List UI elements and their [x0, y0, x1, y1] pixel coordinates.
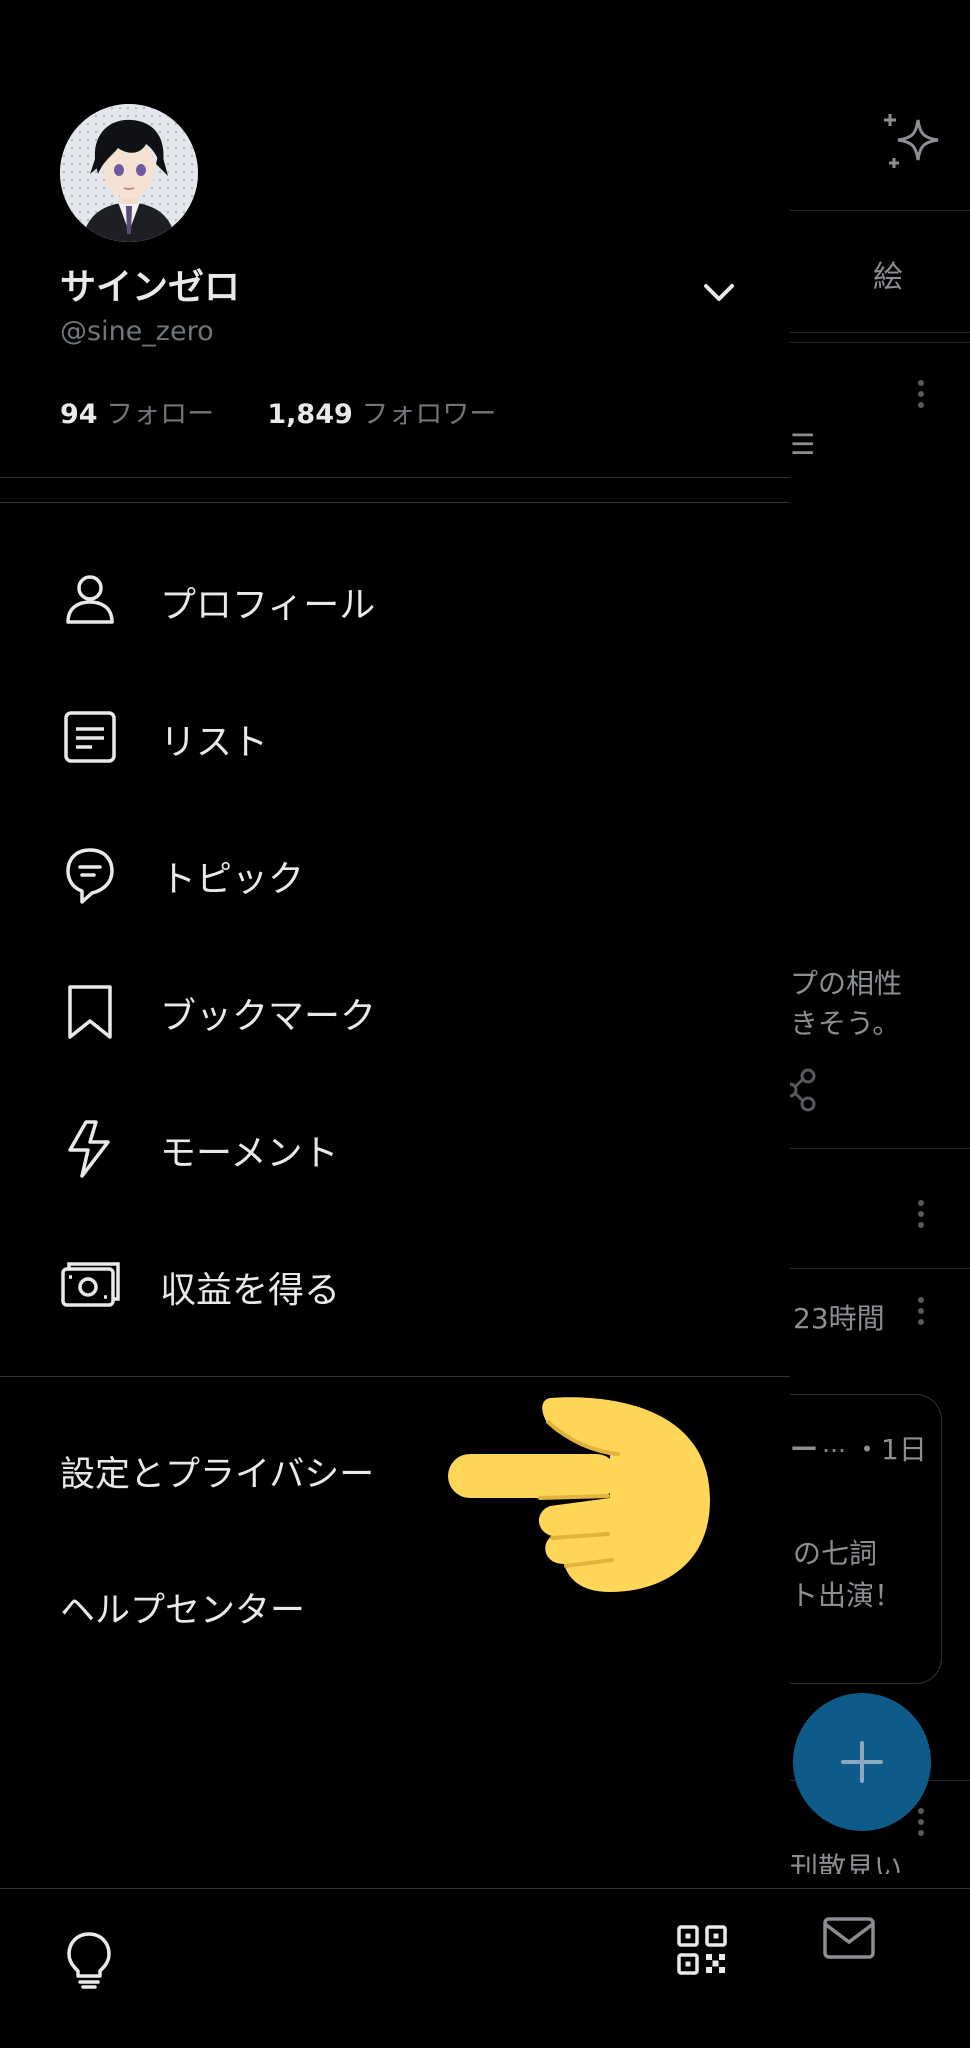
pointing-hand-icon	[448, 1397, 710, 1592]
tab-label[interactable]: 絵	[873, 252, 903, 296]
lightning-icon	[68, 1120, 110, 1178]
chevron-down-icon[interactable]	[700, 280, 738, 306]
menu-item-bookmarks[interactable]: ブックマーク	[0, 947, 790, 1065]
tweet-snippet: きそう。	[790, 1007, 901, 1040]
profile-handle: @sine_zero	[60, 316, 214, 347]
bookmark-icon	[68, 985, 112, 1039]
profile-name[interactable]: サインゼロ	[60, 258, 240, 310]
divider	[0, 477, 790, 478]
following-link[interactable]: 94 フォロー	[60, 399, 214, 430]
menu-item-label: 収益を得る	[160, 1270, 341, 1311]
followers-link[interactable]: 1,849 フォロワー	[267, 399, 496, 430]
menu-item-lists[interactable]: リスト	[0, 673, 790, 791]
list-icon	[64, 711, 116, 763]
tweet-snippet: プの相性	[790, 967, 903, 1000]
menu-item-monetization[interactable]: 収益を得る	[0, 1221, 790, 1339]
tweet-time: 23時間	[793, 1302, 885, 1335]
menu-item-label: モーメント	[160, 1133, 339, 1174]
tweet-snippet: ト出演！	[790, 1579, 903, 1612]
compose-tweet-button[interactable]	[793, 1693, 931, 1831]
sparkle-icon[interactable]	[880, 112, 942, 174]
person-icon	[66, 575, 114, 624]
topic-icon	[66, 848, 114, 904]
money-icon	[61, 1262, 120, 1307]
avatar[interactable]	[60, 104, 198, 242]
follow-stats: 94 フォロー 1,849 フォロワー	[60, 392, 496, 431]
menu-item-moments[interactable]: モーメント	[0, 1084, 790, 1202]
plus-icon	[841, 1741, 883, 1783]
menu-item-label: プロフィール	[160, 585, 376, 626]
menu-item-label: リスト	[160, 722, 269, 763]
help-center-link[interactable]: ヘルプセンター	[60, 1582, 305, 1633]
menu-item-topics[interactable]: トピック	[0, 810, 790, 928]
tweet-snippet: 刊散見い	[790, 1851, 903, 1874]
menu-item-profile[interactable]: プロフィール	[0, 536, 790, 654]
tweet-time: ・1日	[853, 1433, 927, 1466]
navigation-drawer: サインゼロ @sine_zero 94 フォロー 1,849 フォロワー プロフ…	[0, 0, 790, 2048]
tweet-snippet: の七詞	[793, 1537, 878, 1570]
lightbulb-icon[interactable]	[62, 1930, 116, 1990]
qr-code-icon[interactable]	[676, 1924, 728, 1976]
divider	[0, 502, 790, 503]
divider	[0, 1376, 790, 1377]
drawer-bottom-bar	[0, 1888, 790, 2048]
mail-icon[interactable]	[822, 1916, 876, 1960]
menu-item-label: ブックマーク	[160, 996, 377, 1037]
menu-item-label: トピック	[160, 859, 305, 900]
settings-and-privacy-link[interactable]: 設定とプライバシー	[60, 1446, 374, 1497]
